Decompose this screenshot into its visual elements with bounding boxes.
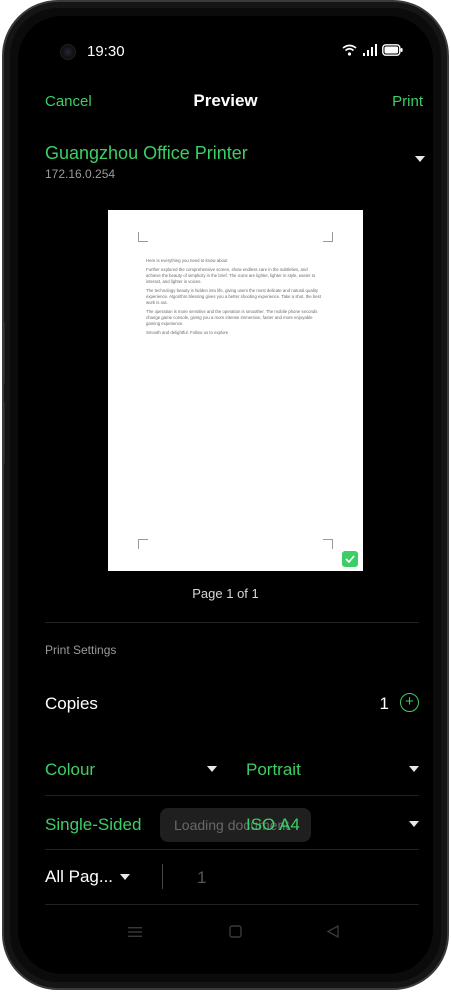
pages-dropdown[interactable]: All Pag... (45, 867, 113, 887)
crop-mark-icon (138, 232, 148, 242)
divider (162, 864, 163, 889)
divider (45, 849, 419, 850)
doc-paragraph: Smooth and delightful. Follow us to expl… (146, 330, 229, 336)
divider (45, 622, 419, 623)
increase-copies-button[interactable]: + (400, 693, 419, 712)
volume-button (4, 322, 5, 384)
printer-name: Guangzhou Office Printer (45, 143, 248, 163)
volume-button (4, 402, 5, 464)
chevron-down-icon (415, 156, 425, 162)
home-icon[interactable] (229, 925, 242, 938)
document-text: Here is everything you need to know abou… (146, 258, 322, 340)
divider (45, 795, 419, 796)
page-indicator: Page 1 of 1 (192, 586, 259, 601)
phone-frame: 19:30 Cancel Preview Print Guangzhou Off… (2, 0, 449, 990)
chevron-down-icon (409, 766, 419, 772)
doc-paragraph: The operation is more sensitive and the … (146, 309, 318, 326)
section-title: Print Settings (45, 643, 117, 657)
top-bar: Cancel Preview Print (18, 88, 433, 118)
doc-paragraph: Further explored the comprehensive scree… (146, 267, 316, 284)
chevron-down-icon (409, 821, 419, 827)
front-camera (60, 44, 76, 60)
printer-ip: 172.16.0.254 (45, 167, 116, 181)
crop-mark-icon (138, 539, 148, 549)
page-range-input[interactable]: 1 (197, 868, 206, 888)
chevron-down-icon (207, 766, 217, 772)
battery-icon (382, 44, 403, 56)
chevron-down-icon (120, 874, 130, 880)
copies-value: 1 (379, 694, 389, 713)
status-bar: 19:30 (18, 38, 433, 68)
page-title: Preview (193, 91, 258, 110)
pages-dropdown-label: All Pag... (45, 867, 114, 886)
screen: 19:30 Cancel Preview Print Guangzhou Off… (18, 16, 433, 974)
printer-selector[interactable]: Guangzhou Office Printer 172.16.0.254 (45, 143, 425, 187)
back-icon[interactable] (327, 925, 339, 938)
checkmark-icon (345, 555, 355, 563)
divider (45, 904, 419, 905)
status-time: 19:30 (87, 43, 125, 60)
menu-icon[interactable] (128, 926, 142, 938)
duplex-dropdown[interactable]: Single-Sided (45, 815, 141, 835)
wifi-icon (342, 44, 357, 56)
crop-mark-icon (323, 539, 333, 549)
signal-icon (363, 44, 377, 56)
colour-dropdown[interactable]: Colour (45, 760, 95, 780)
print-button[interactable]: Print (392, 93, 423, 110)
paper-size-dropdown[interactable]: ISO A4 (246, 815, 300, 835)
page-preview[interactable]: Here is everything you need to know abou… (108, 210, 363, 571)
doc-paragraph: The technology beauty is hidden into lif… (146, 288, 322, 305)
page-selected-checkbox[interactable] (342, 551, 358, 567)
system-nav-bar (18, 922, 433, 946)
orientation-dropdown[interactable]: Portrait (246, 760, 301, 780)
crop-mark-icon (323, 232, 333, 242)
copies-label: Copies (45, 694, 98, 713)
doc-paragraph: Here is everything you need to know abou… (146, 258, 228, 263)
